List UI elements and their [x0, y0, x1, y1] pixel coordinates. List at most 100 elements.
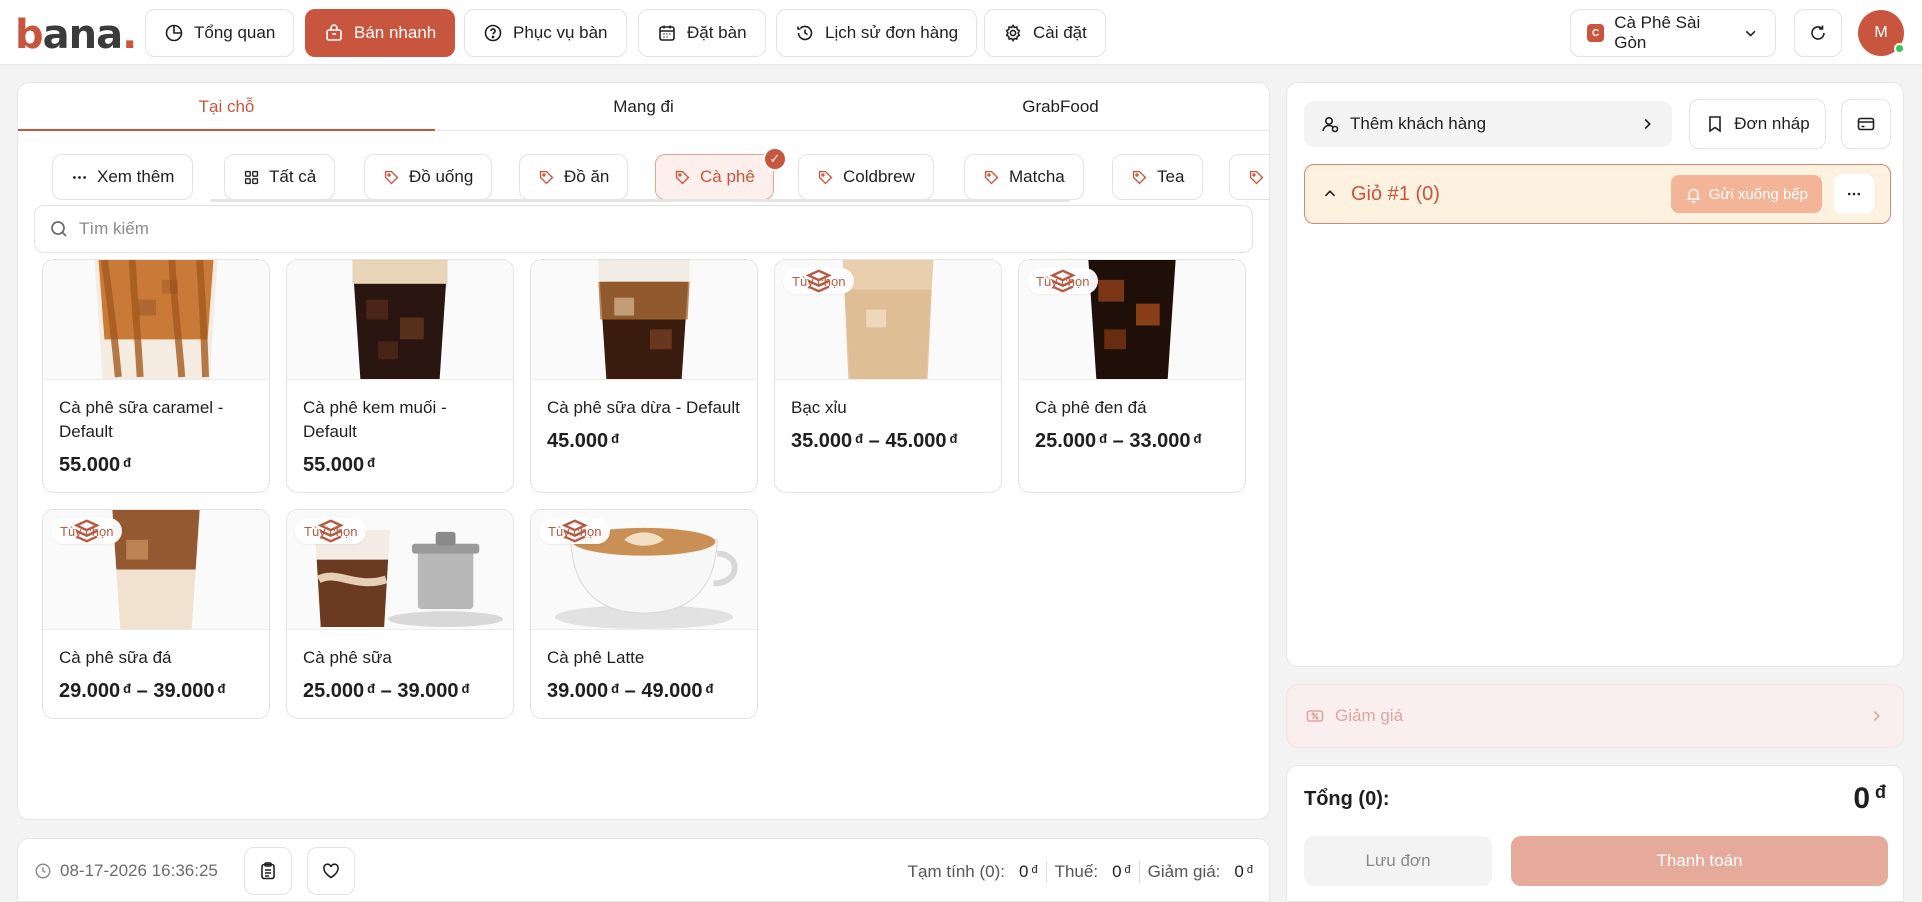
favorites-button[interactable] — [307, 847, 355, 895]
product-price: 55.000 đ — [59, 454, 131, 477]
currency-symbol: đ — [611, 431, 620, 446]
category-label: Đồ uống — [409, 167, 474, 186]
category-all-button[interactable]: Tất cả — [224, 154, 336, 200]
layers-icon — [317, 519, 344, 543]
user-avatar[interactable]: M — [1858, 10, 1905, 56]
product-card[interactable]: Tùy chọn Cà phê sữa đá 29.000 đ – 39.000 đ — [42, 509, 270, 719]
chart-pie-icon — [165, 24, 183, 42]
price-value: 55.000 — [303, 454, 365, 476]
total-label: Tổng (0): — [1304, 788, 1390, 810]
price-to: 33.000 — [1129, 430, 1191, 452]
category-coffee-button[interactable]: Cà phê — [655, 154, 774, 200]
nav-overview-button[interactable]: Tổng quan — [145, 9, 295, 57]
product-card[interactable]: Cà phê kem muối - Default 55.000 đ — [286, 259, 514, 493]
category-food-button[interactable]: Đồ ăn — [519, 154, 629, 200]
currency-symbol: đ — [611, 681, 620, 696]
product-image — [43, 260, 269, 380]
tag-icon — [384, 170, 399, 184]
nav-reservation-button[interactable]: Đặt bàn — [638, 9, 766, 57]
product-name: Cà phê sữa caramel - Default — [59, 398, 224, 441]
top-bar: bana. Tổng quan Bán nhanh Phục vụ bàn Đặ… — [0, 0, 1922, 65]
cart-more-button[interactable] — [1834, 174, 1874, 214]
tag-icon — [818, 170, 833, 184]
category-more-button[interactable]: Xem thêm — [52, 154, 194, 200]
add-customer-button[interactable]: Thêm khách hàng — [1304, 101, 1672, 147]
layers-icon — [1049, 269, 1076, 293]
product-name: Cà phê sữa — [303, 648, 392, 667]
store-select[interactable]: C Cà Phê Sài Gòn — [1570, 9, 1776, 57]
product-image: Tùy chọn — [287, 510, 513, 630]
product-card[interactable]: Tùy chọn Cà phê sữa 25.000 đ – 39.000 đ — [286, 509, 514, 719]
subtotal-label: Tạm tính (0): — [907, 862, 1005, 881]
chevron-down-icon — [1745, 30, 1756, 37]
online-status-dot — [1894, 43, 1905, 54]
tab-dine-in[interactable]: Tại chỗ — [18, 83, 435, 131]
category-scrollbar[interactable] — [210, 199, 1070, 202]
category-overflow-button[interactable] — [1229, 154, 1269, 200]
product-name: Cà phê Latte — [547, 648, 645, 667]
product-name: Cà phê đen đá — [1035, 398, 1147, 417]
product-card[interactable]: Tùy chọn Cà phê Latte 39.000 đ – 49.000 đ — [530, 509, 758, 719]
basket-icon — [326, 24, 342, 41]
product-price: 35.000 đ – 45.000 đ — [791, 430, 958, 452]
refresh-button[interactable] — [1794, 9, 1842, 57]
nav-table-service-button[interactable]: Phục vụ bàn — [464, 9, 627, 57]
product-image — [287, 260, 513, 380]
discount-row[interactable]: Giảm giá — [1286, 684, 1904, 748]
category-tea-button[interactable]: Tea — [1112, 154, 1204, 200]
tag-icon — [1249, 170, 1264, 184]
tax-label: Thuế: — [1054, 862, 1099, 881]
product-card[interactable]: Cà phê sữa dừa - Default 45.000 đ — [530, 259, 758, 493]
discount-value: 0đ — [1234, 862, 1253, 882]
search-input[interactable] — [79, 219, 1238, 239]
category-label: Coldbrew — [843, 167, 915, 186]
heart-icon — [323, 863, 339, 879]
add-customer-label: Thêm khách hàng — [1350, 114, 1487, 133]
currency-symbol: đ — [123, 455, 132, 470]
nav-order-history-button[interactable]: Lịch sử đơn hàng — [776, 9, 978, 57]
layers-icon — [73, 519, 100, 543]
category-label: Đồ ăn — [564, 167, 610, 186]
currency-symbol: đ — [123, 681, 132, 696]
currency-symbol: đ — [855, 431, 864, 446]
product-price: 29.000 đ – 39.000 đ — [59, 680, 226, 702]
product-card[interactable]: Cà phê sữa caramel - Default 55.000 đ — [42, 259, 270, 493]
nav-settings-button[interactable]: Cài đặt — [984, 9, 1106, 57]
cart-panel: Thêm khách hàng Đơn nháp Giỏ #1 (0) Gửi … — [1286, 82, 1904, 667]
order-totals-summary: Tạm tính (0): 0đ Thuế: 0đ Giảm giá: 0đ — [908, 861, 1253, 883]
payment-card-button[interactable] — [1841, 99, 1891, 149]
category-drinks-button[interactable]: Đồ uống — [364, 154, 493, 200]
calendar-icon — [659, 25, 675, 41]
order-list-button[interactable] — [244, 847, 292, 895]
checkout-button[interactable]: Thanh toán — [1511, 836, 1888, 886]
category-label: Tất cả — [269, 167, 317, 186]
product-image: Tùy chọn — [775, 260, 1001, 380]
currency-symbol: đ — [367, 681, 376, 696]
tab-takeaway[interactable]: Mang đi — [435, 83, 852, 130]
chevron-up-icon[interactable] — [1321, 185, 1339, 203]
currency-symbol: đ — [367, 455, 376, 470]
product-price: 45.000 đ — [547, 430, 619, 453]
price-from: 25.000 — [1035, 430, 1097, 452]
app-logo[interactable]: bana. — [15, 12, 137, 58]
category-coldbrew-button[interactable]: Coldbrew — [798, 154, 934, 200]
category-matcha-button[interactable]: Matcha — [964, 154, 1084, 200]
chevron-right-icon — [1873, 710, 1880, 722]
draft-orders-button[interactable]: Đơn nháp — [1689, 99, 1826, 149]
product-card[interactable]: Tùy chọn Cà phê đen đá 25.000 đ – 33.000 đ — [1018, 259, 1246, 493]
subtotal-value: 0đ — [1019, 862, 1038, 882]
product-card[interactable]: Tùy chọn Bạc xỉu 35.000 đ – 45.000 đ — [774, 259, 1002, 493]
clipboard-icon — [261, 862, 275, 880]
product-image: Tùy chọn — [531, 510, 757, 630]
save-order-button[interactable]: Lưu đơn — [1304, 836, 1492, 886]
nav-quick-sale-button[interactable]: Bán nhanh — [305, 9, 456, 57]
product-name: Cà phê sữa dừa - Default — [547, 398, 740, 417]
send-to-kitchen-button[interactable]: Gửi xuống bếp — [1670, 175, 1822, 213]
tab-grabfood[interactable]: GrabFood — [852, 83, 1269, 130]
nav-order-history-label: Lịch sử đơn hàng — [825, 23, 959, 42]
tag-icon — [1132, 170, 1147, 184]
dots-icon — [73, 175, 86, 179]
product-name: Cà phê kem muối - Default — [303, 398, 447, 441]
checkout-panel: Tổng (0): 0đ Lưu đơn Thanh toán — [1286, 765, 1904, 902]
caramel-coffee-image — [94, 260, 218, 379]
